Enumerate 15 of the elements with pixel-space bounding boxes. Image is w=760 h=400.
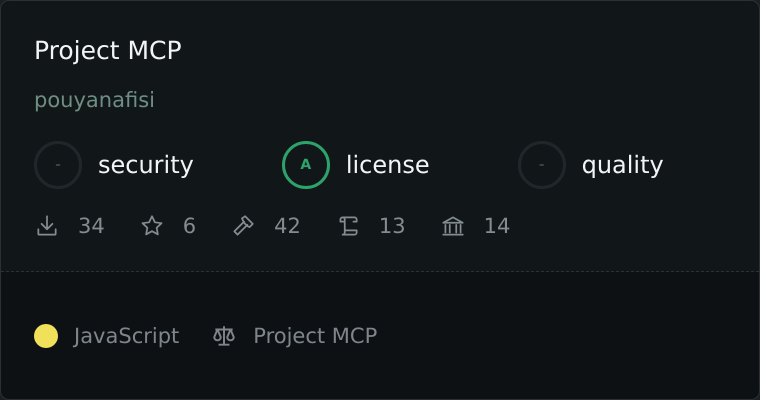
stat-count: 34 <box>78 214 105 238</box>
grade-circle: - <box>34 141 82 189</box>
project-title: Project MCP <box>34 35 183 67</box>
grade-circle: - <box>518 141 566 189</box>
score-label: quality <box>582 151 664 179</box>
grade-circle: A <box>282 141 330 189</box>
score-label: license <box>346 151 430 179</box>
stat-count: 14 <box>484 214 510 238</box>
stat-count: 42 <box>274 214 301 238</box>
license-name: Project MCP <box>253 324 378 348</box>
stat-count: 13 <box>378 214 406 238</box>
author-name: pouyanafisi <box>34 87 156 114</box>
stat-count: 6 <box>182 214 196 238</box>
language-name: JavaScript <box>74 324 180 348</box>
score-label: security <box>98 151 194 179</box>
